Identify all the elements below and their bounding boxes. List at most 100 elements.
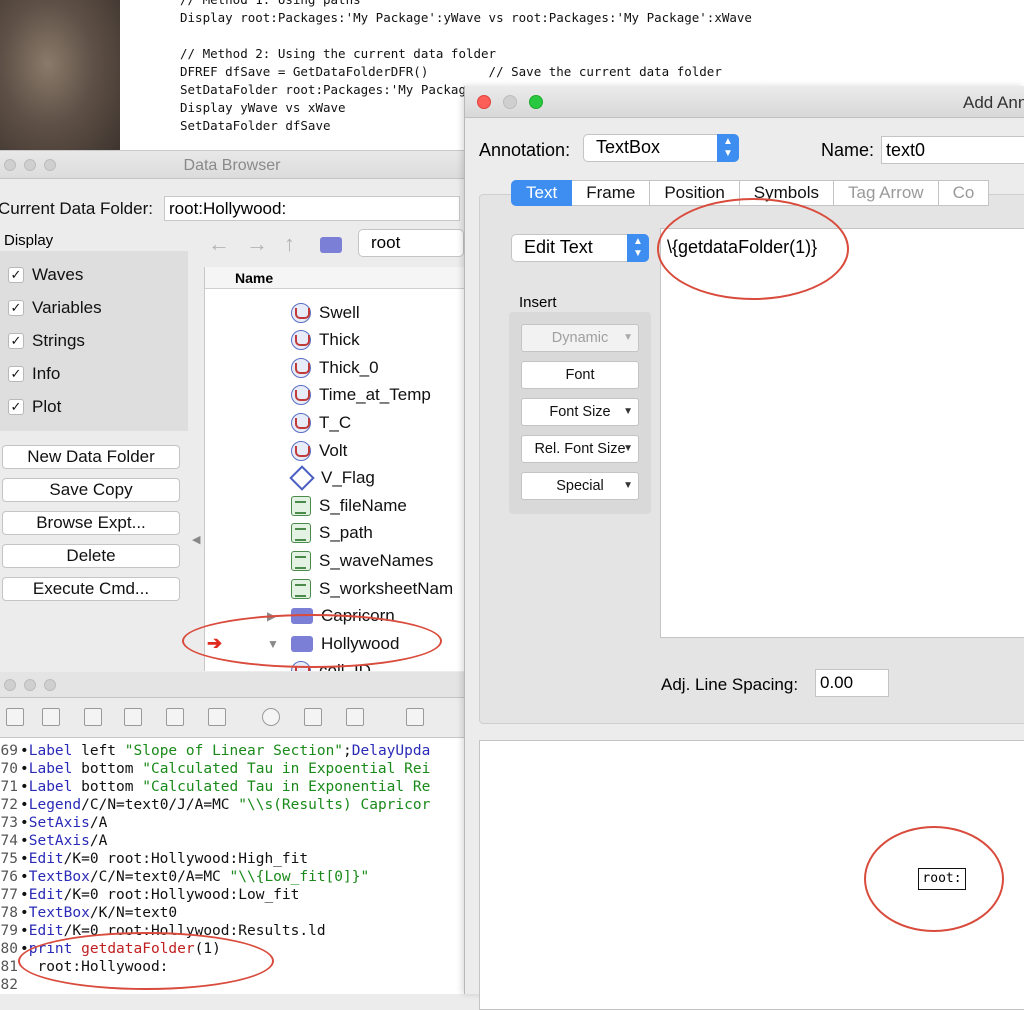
code-token: •	[20, 923, 29, 939]
tab-text[interactable]: Text	[511, 180, 573, 206]
code-token: "Slope of Linear Section"	[124, 743, 344, 759]
insert-font-button[interactable]: Font	[521, 361, 639, 389]
code-token: (1)	[194, 941, 221, 957]
tab-co[interactable]: Co	[938, 180, 990, 206]
back-arrow-icon[interactable]: ←	[208, 231, 230, 257]
command-line: 79 •Edit/K=0 root:Hollywood:Results.ld	[0, 922, 464, 940]
command-titlebar	[0, 672, 464, 698]
new-data-folder-button[interactable]: New Data Folder	[2, 445, 180, 469]
tree-item-row[interactable]: V_Flag	[289, 465, 375, 492]
code-token: getdataFolder	[81, 941, 195, 957]
current-folder-label: Current Data Folder:	[0, 199, 153, 218]
tree-item-row[interactable]: Swell	[291, 299, 360, 326]
wave-icon	[291, 330, 311, 351]
set-current-folder-icon[interactable]	[320, 233, 350, 259]
tree-item-row[interactable]: S_waveNames	[291, 547, 433, 574]
tree-item-row[interactable]: Thick	[291, 327, 360, 354]
table-icon[interactable]	[166, 708, 184, 726]
disclosure-triangle-icon[interactable]: ▶	[267, 609, 281, 623]
code-token: print	[28, 941, 73, 957]
insert-special-button[interactable]: Special ▼	[521, 472, 639, 500]
tab-tag-arrow[interactable]: Tag Arrow	[833, 180, 939, 206]
annotation-type-select[interactable]: TextBox ▲ ▼	[583, 134, 739, 162]
code-token: Edit	[28, 923, 64, 939]
splitter-arrow-icon[interactable]: ◀	[192, 533, 200, 546]
line-number: 76	[0, 869, 18, 885]
tree-item-row[interactable]: coll_ID	[291, 658, 371, 671]
save-icon[interactable]	[84, 708, 102, 726]
checkbox-label: Variables	[32, 298, 102, 317]
command-line: 77 •Edit/K=0 root:Hollywood:Low_fit	[0, 886, 464, 904]
graph-icon[interactable]	[208, 708, 226, 726]
chevron-down-icon: ▼	[623, 332, 633, 343]
code-token: •	[20, 833, 29, 849]
minimize-button[interactable]	[503, 95, 517, 109]
tree-header: Name	[205, 267, 464, 289]
line-spacing-input[interactable]: 0.00	[815, 669, 889, 697]
tree-item-row[interactable]: T_C	[291, 409, 351, 436]
tree-item-row[interactable]: S_fileName	[291, 492, 407, 519]
current-folder-field[interactable]: root:Hollywood:	[164, 196, 460, 221]
tab-symbols[interactable]: Symbols	[739, 180, 834, 206]
preview-textbox: root:	[918, 868, 966, 890]
checkbox-variables[interactable]: ✓ Variables	[8, 298, 102, 318]
command-line: 81 root:Hollywood:	[0, 958, 464, 976]
checkbox-info[interactable]: ✓ Info	[8, 364, 60, 384]
tree-item-label: S_fileName	[319, 495, 407, 515]
code-token: DelayUpda	[351, 743, 431, 759]
new-icon[interactable]	[6, 708, 24, 726]
tree-item-row[interactable]: Time_at_Temp	[291, 382, 431, 409]
up-arrow-icon[interactable]: ↑	[284, 231, 295, 257]
code-token: •	[20, 869, 29, 885]
zoom-button[interactable]	[44, 679, 56, 691]
insert-rel-font-size-button[interactable]: Rel. Font Size ▼	[521, 435, 639, 463]
layout-icon[interactable]	[346, 708, 364, 726]
edit-mode-select[interactable]: Edit Text ▲ ▼	[511, 234, 649, 262]
tree-item-row[interactable]: Volt	[291, 437, 347, 464]
notebook-icon[interactable]	[304, 708, 322, 726]
procedure-icon[interactable]	[262, 708, 280, 726]
popup-stepper-icon: ▲ ▼	[627, 234, 649, 262]
checkbox-plot[interactable]: ✓ Plot	[8, 397, 61, 417]
delete-button[interactable]: Delete	[2, 544, 180, 568]
checkbox-label: Plot	[32, 397, 62, 416]
open-icon[interactable]	[42, 708, 60, 726]
minimize-button[interactable]	[24, 679, 36, 691]
execute-cmd-button[interactable]: Execute Cmd...	[2, 577, 180, 601]
annotation-text-area[interactable]: \{getdataFolder(1)}	[660, 228, 1024, 638]
checkbox-strings[interactable]: ✓ Strings	[8, 331, 85, 351]
zoom-button[interactable]	[529, 95, 543, 109]
button-label: Font	[565, 367, 595, 383]
close-button[interactable]	[4, 679, 16, 691]
line-number: 75	[0, 851, 18, 867]
line-spacing-label: Adj. Line Spacing:	[661, 675, 799, 694]
tree-item-row[interactable]: Thick_0	[291, 354, 379, 381]
forward-arrow-icon[interactable]: →	[246, 231, 268, 257]
insert-font-size-button[interactable]: Font Size ▼	[521, 398, 639, 426]
button-label: Font Size	[549, 404, 611, 420]
name-input[interactable]: text0	[881, 136, 1024, 164]
save-copy-button[interactable]: Save Copy	[2, 478, 180, 502]
window-menu-icon[interactable]	[406, 708, 424, 726]
tree-item-label: Thick	[319, 330, 360, 350]
current-folder-arrow-icon: ➔	[207, 633, 223, 654]
close-button[interactable]	[477, 95, 491, 109]
tree-folder-row[interactable]: ▼ Hollywood	[267, 630, 399, 657]
line-number: 74	[0, 833, 18, 849]
tab-position[interactable]: Position	[650, 180, 740, 206]
folder-popup[interactable]: root	[358, 229, 464, 257]
disclosure-triangle-icon[interactable]: ▼	[267, 637, 281, 651]
tree-item-row[interactable]: S_path	[291, 520, 373, 547]
print-icon[interactable]	[124, 708, 142, 726]
string-icon	[291, 550, 311, 571]
checkbox-waves[interactable]: ✓ Waves	[8, 265, 83, 285]
browse-expt-button[interactable]: Browse Expt...	[2, 511, 180, 535]
data-browser-window: Data Browser Current Data Folder: root:H…	[0, 150, 464, 671]
code-token: bottom	[72, 779, 143, 795]
command-line: 82	[0, 976, 464, 994]
tree-folder-row[interactable]: ▶ Capricorn	[267, 603, 395, 630]
tree-item-row[interactable]: S_worksheetNam	[291, 575, 453, 602]
desktop-photo	[0, 0, 120, 160]
tab-frame[interactable]: Frame	[572, 180, 651, 206]
insert-dynamic-button[interactable]: Dynamic ▼	[521, 324, 639, 352]
